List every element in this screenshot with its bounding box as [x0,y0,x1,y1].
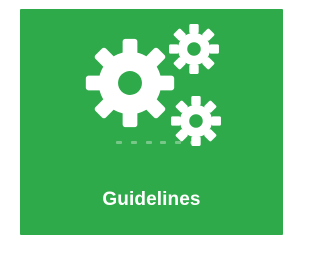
faded-text-remnant [116,138,196,146]
large-gear-icon [85,38,175,128]
small-gear-top-icon [169,24,219,74]
guidelines-tile[interactable]: Guidelines [20,9,283,235]
tile-label: Guidelines [102,189,201,210]
